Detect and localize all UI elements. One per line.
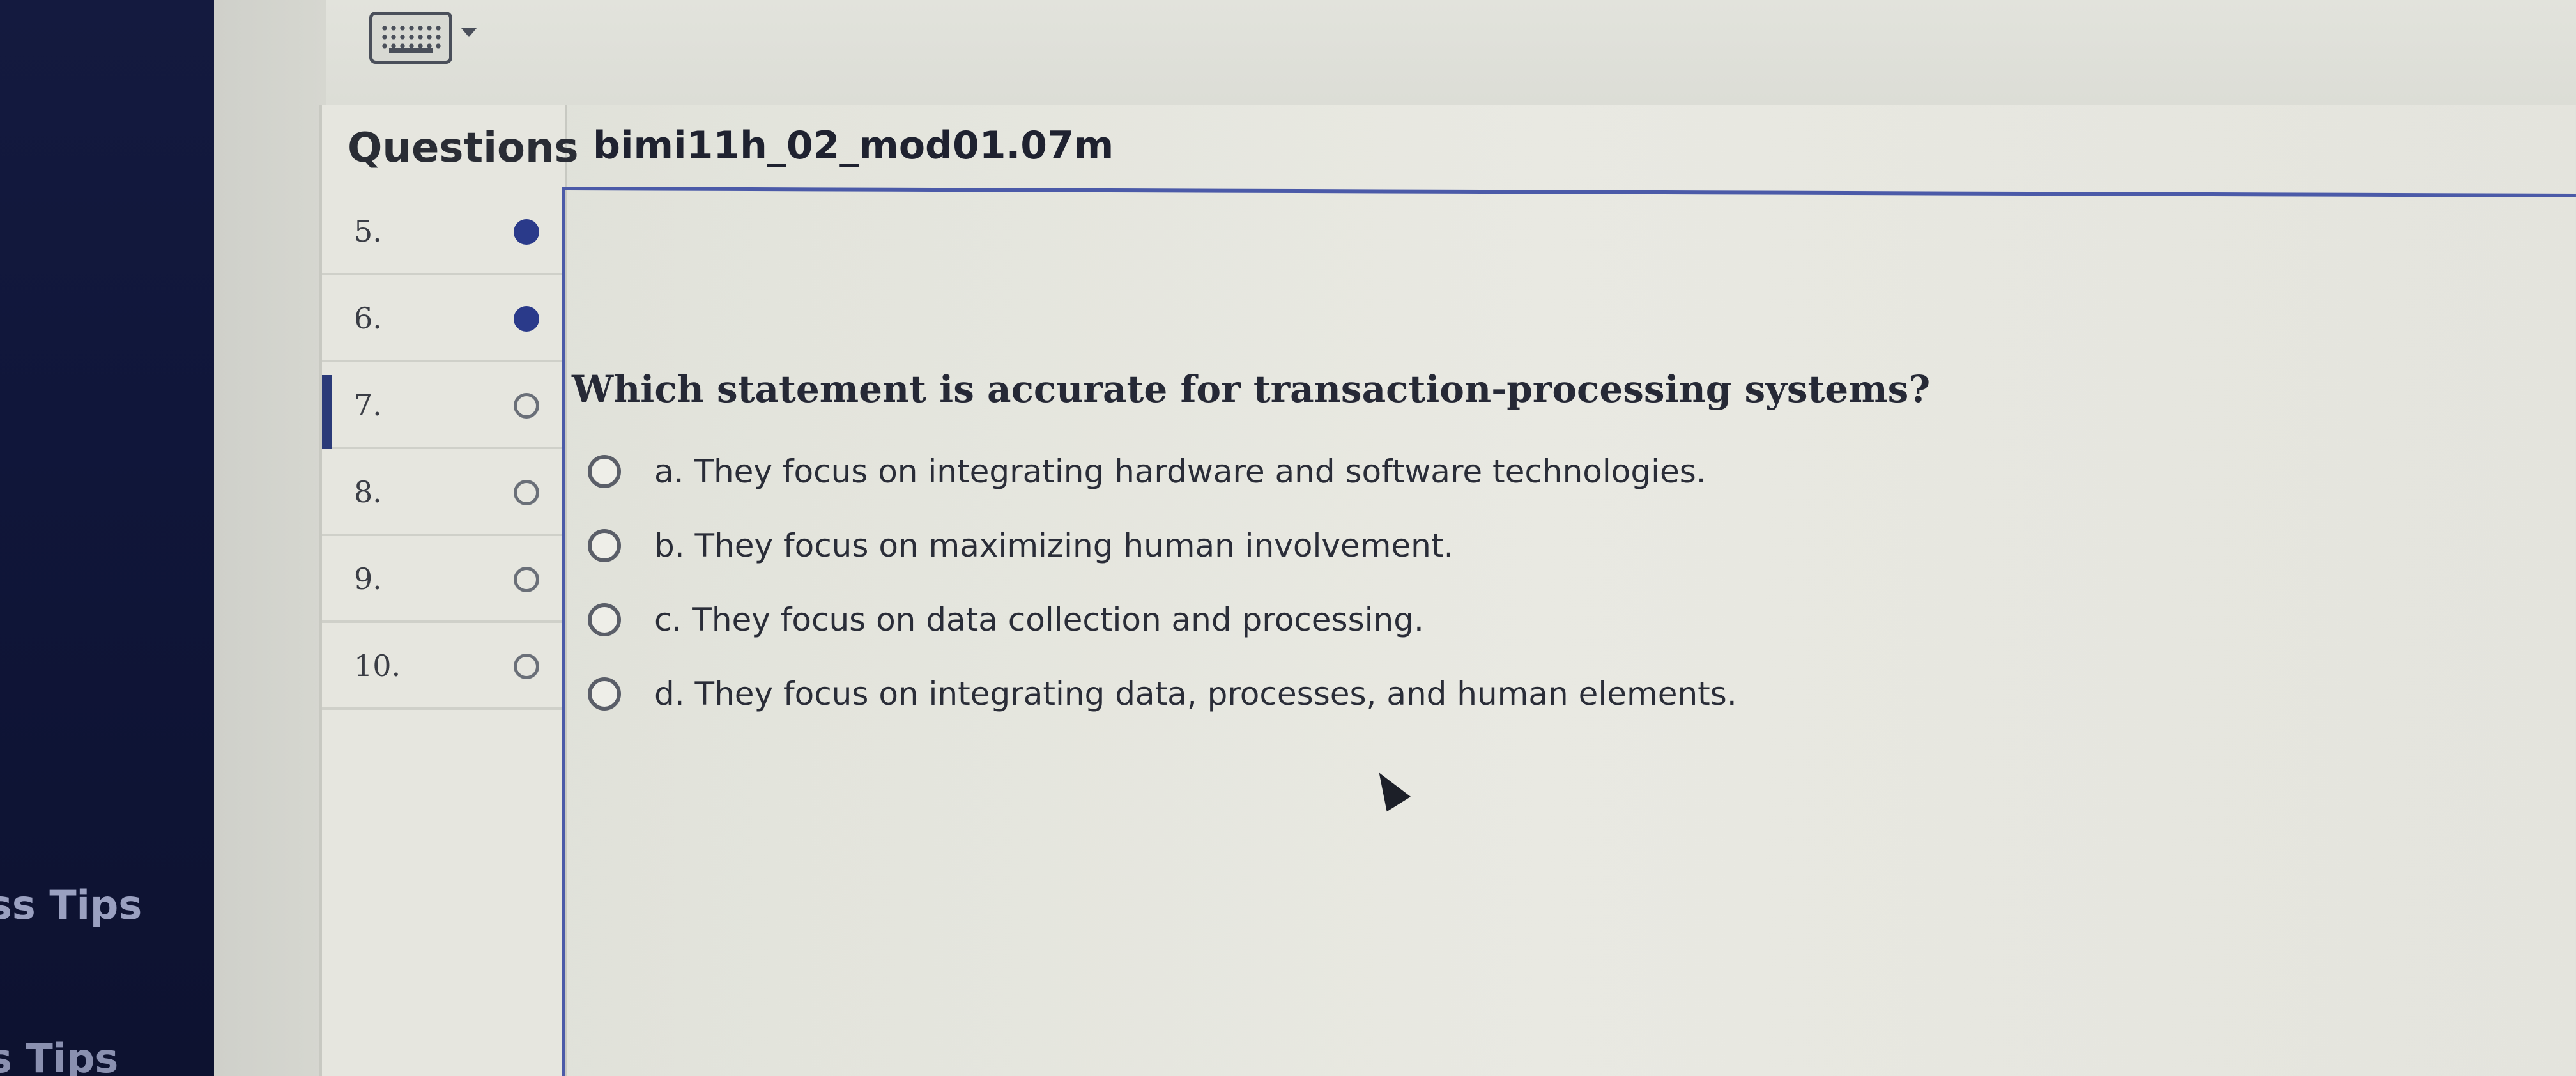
keyboard-spacebar (389, 48, 433, 53)
question-item-10[interactable]: 10. (322, 623, 565, 710)
answered-status-icon (514, 219, 539, 245)
question-item-8[interactable]: 8. (322, 449, 565, 536)
question-number: 5. (354, 214, 382, 249)
question-number: 7. (354, 388, 382, 422)
questions-list: 5. 6. 7. 8. 9. 10. (322, 188, 565, 710)
option-label[interactable]: d. They focus on integrating data, proce… (654, 675, 1737, 712)
content-border (562, 188, 565, 1076)
gutter (214, 0, 326, 1076)
option-label[interactable]: c. They focus on data collection and pro… (654, 601, 1424, 638)
question-item-7[interactable]: 7. (322, 362, 565, 449)
option-a[interactable]: a. They focus on integrating hardware an… (588, 434, 1737, 509)
left-sidebar: ss Tips s Tips (0, 0, 214, 1076)
sidebar-item-tips[interactable]: ss Tips (0, 882, 142, 928)
unanswered-status-icon (514, 567, 539, 592)
radio-button[interactable] (588, 529, 621, 562)
question-number: 9. (354, 562, 382, 596)
question-number: 8. (354, 475, 382, 509)
mouse-pointer-icon (1367, 765, 1411, 812)
unanswered-status-icon (514, 654, 539, 679)
question-item-6[interactable]: 6. (322, 275, 565, 362)
radio-button[interactable] (588, 603, 621, 636)
questions-header: Questions (348, 125, 579, 172)
question-number: 6. (354, 301, 382, 335)
question-item-9[interactable]: 9. (322, 536, 565, 623)
question-number: 10. (354, 649, 401, 683)
title-divider (562, 187, 2576, 198)
option-label[interactable]: b. They focus on maximizing human involv… (654, 527, 1453, 564)
sidebar-item-tips-2[interactable]: s Tips (0, 1035, 118, 1076)
option-label[interactable]: a. They focus on integrating hardware an… (654, 453, 1706, 490)
answered-status-icon (514, 306, 539, 332)
answer-options: a. They focus on integrating hardware an… (588, 434, 1737, 731)
unanswered-status-icon (514, 480, 539, 505)
caret-down-icon[interactable] (461, 28, 477, 37)
toolbar (326, 0, 2576, 105)
option-b[interactable]: b. They focus on maximizing human involv… (588, 509, 1737, 583)
radio-button[interactable] (588, 455, 621, 488)
assessment-title: bimi11h_02_mod01.07m (593, 123, 1114, 168)
option-c[interactable]: c. They focus on data collection and pro… (588, 583, 1737, 657)
question-prompt: Which statement is accurate for transact… (572, 367, 1931, 411)
unanswered-status-icon (514, 393, 539, 419)
radio-button[interactable] (588, 677, 621, 711)
question-item-5[interactable]: 5. (322, 188, 565, 275)
keyboard-icon[interactable] (369, 12, 452, 64)
questions-panel: Questions 5. 6. 7. 8. 9. 10. (319, 105, 579, 1076)
option-d[interactable]: d. They focus on integrating data, proce… (588, 657, 1737, 731)
